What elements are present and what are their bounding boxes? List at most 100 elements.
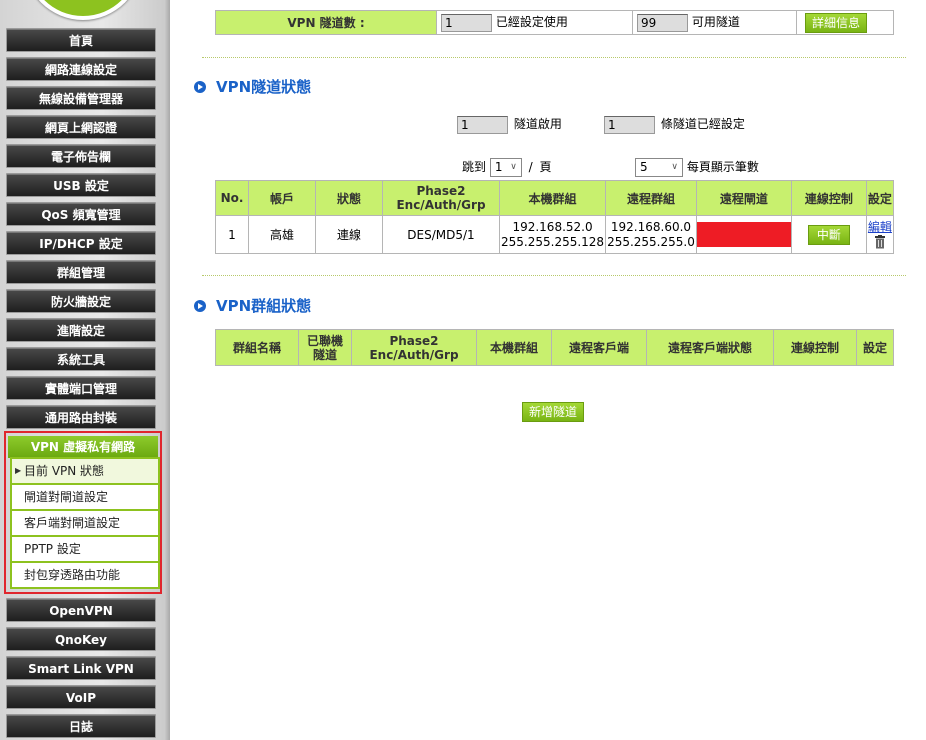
tunnel-status-heading: VPN隧道狀態 <box>194 76 311 97</box>
row-connection-control: 中斷 <box>790 215 867 254</box>
divider <box>202 275 906 276</box>
nav-firewall[interactable]: 防火牆設定 <box>6 289 156 313</box>
nav-advanced[interactable]: 進階設定 <box>6 318 156 342</box>
group-status-title: VPN群組狀態 <box>216 297 312 315</box>
used-tunnels-cell: 1 已經設定使用 <box>436 10 633 35</box>
tunnel-status-table: No. 帳戶 狀態 Phase2 Enc/Auth/Grp 本機群組 遠程群組 … <box>215 180 895 254</box>
nav-usb[interactable]: USB 設定 <box>6 173 156 197</box>
configured-tunnels: 1 條隧道已經設定 <box>604 115 745 134</box>
nav-voip[interactable]: VoIP <box>6 685 156 709</box>
available-tunnels-cell: 99 可用隧道 <box>632 10 797 35</box>
col-phase2: Phase2 Enc/Auth/Grp <box>382 180 500 216</box>
enabled-tunnels-value: 1 <box>457 115 508 134</box>
configured-tunnels-value: 1 <box>604 115 655 134</box>
edit-link[interactable]: 編輯 <box>868 220 892 234</box>
row-remote-gateway <box>695 215 792 254</box>
nav-gre[interactable]: 通用路由封裝 <box>6 405 156 429</box>
col-local-group: 本機群組 <box>476 329 552 366</box>
logo <box>24 0 142 20</box>
used-tunnels-value: 1 <box>441 13 492 32</box>
table-header-row: No. 帳戶 狀態 Phase2 Enc/Auth/Grp 本機群組 遠程群組 … <box>215 180 895 216</box>
nav-home[interactable]: 首頁 <box>6 28 156 52</box>
enabled-tunnels: 1 隧道啟用 <box>457 115 562 134</box>
group-status-table: 群組名稱 已聯機 隧道 Phase2 Enc/Auth/Grp 本機群組 遠程客… <box>215 329 894 366</box>
nav-wireless-manager[interactable]: 無線設備管理器 <box>6 86 156 110</box>
row-status: 連線 <box>315 215 383 254</box>
group-status-heading: VPN群組狀態 <box>194 295 311 316</box>
available-tunnels-label: 可用隧道 <box>691 15 740 30</box>
page-select[interactable]: 1 ∨ <box>489 158 522 177</box>
divider <box>202 57 906 58</box>
row-remote-group: 192.168.60.0 255.255.255.0 <box>605 215 697 254</box>
per-page-select[interactable]: 5 ∨ <box>635 158 683 177</box>
nav-qos[interactable]: QoS 頻寬管理 <box>6 202 156 226</box>
nav-port-manage[interactable]: 實體端口管理 <box>6 376 156 400</box>
triangle-right-icon: ▶ <box>15 466 22 475</box>
col-local-group: 本機群組 <box>498 180 607 216</box>
disconnect-button[interactable]: 中斷 <box>807 224 850 245</box>
subnav-label: 閘道對閘道設定 <box>24 490 109 504</box>
vpn-menu-highlight: VPN 虛擬私有網路 ▶ 目前 VPN 狀態 閘道對閘道設定 客戶端對閘道設定 … <box>4 431 162 594</box>
col-remote-client: 遠程客戶端 <box>551 329 647 366</box>
bullet-arrow-icon <box>194 300 206 312</box>
vpn-tunnel-summary: VPN 隧道數 : 1 已經設定使用 99 可用隧道 詳細信息 <box>215 10 894 35</box>
local-mask: 255.255.255.128 <box>501 234 605 249</box>
subnav-label: 客戶端對閘道設定 <box>24 516 121 530</box>
subnav-label: PPTP 設定 <box>24 542 81 556</box>
col-status: 狀態 <box>315 180 383 216</box>
per-page-label: 每頁顯示筆數 <box>686 160 759 174</box>
nav-web-auth[interactable]: 網頁上網認證 <box>6 115 156 139</box>
vpn-submenu: ▶ 目前 VPN 狀態 閘道對閘道設定 客戶端對閘道設定 PPTP 設定 封包穿… <box>10 457 160 589</box>
col-connection-control: 連線控制 <box>773 329 857 366</box>
used-tunnels-label: 已經設定使用 <box>495 15 568 30</box>
configured-tunnels-label: 條隧道已經設定 <box>660 117 745 131</box>
chevron-down-icon: ∨ <box>671 162 678 172</box>
add-tunnel-wrap: 新增隧道 <box>522 402 585 422</box>
col-settings: 設定 <box>856 329 894 366</box>
nav-ip-dhcp[interactable]: IP/DHCP 設定 <box>6 231 156 255</box>
enabled-tunnels-label: 隧道啟用 <box>513 117 562 131</box>
detail-info-button[interactable]: 詳細信息 <box>805 12 868 33</box>
row-local-group: 192.168.52.0 255.255.255.128 <box>498 215 607 254</box>
nav-group-manage[interactable]: 群組管理 <box>6 260 156 284</box>
nav-qnokey[interactable]: QnoKey <box>6 627 156 651</box>
nav-log[interactable]: 日誌 <box>6 714 156 738</box>
page-label: 頁 <box>539 160 552 174</box>
col-no: No. <box>215 180 249 216</box>
nav-vpn[interactable]: VPN 虛擬私有網路 <box>8 436 158 458</box>
available-tunnels-value: 99 <box>637 13 688 32</box>
row-account: 高雄 <box>248 215 316 254</box>
nav-smart-link-vpn[interactable]: Smart Link VPN <box>6 656 156 680</box>
per-page-value: 5 <box>640 160 648 174</box>
nav-network-settings[interactable]: 網路連線設定 <box>6 57 156 81</box>
trash-icon[interactable] <box>874 234 885 249</box>
nav-openvpn[interactable]: OpenVPN <box>6 598 156 622</box>
row-settings: 編輯 <box>865 215 895 254</box>
row-phase2: DES/MD5/1 <box>382 215 500 254</box>
page-separator: / <box>528 160 533 174</box>
local-ip: 192.168.52.0 <box>512 219 593 234</box>
bullet-arrow-icon <box>194 81 206 93</box>
tunnel-count-label: VPN 隧道數 : <box>215 10 437 35</box>
col-remote-client-status: 遠程客戶端狀態 <box>646 329 774 366</box>
subnav-gateway-to-gateway[interactable]: 閘道對閘道設定 <box>12 485 158 511</box>
nav-bulletin[interactable]: 電子佈告欄 <box>6 144 156 168</box>
subnav-label: 封包穿透路由功能 <box>24 568 121 582</box>
page-select-value: 1 <box>494 160 503 174</box>
col-remote-gateway: 遠程閘道 <box>695 180 792 216</box>
col-phase2: Phase2 Enc/Auth/Grp <box>351 329 477 366</box>
sidebar: 首頁 網路連線設定 無線設備管理器 網頁上網認證 電子佈告欄 USB 設定 Qo… <box>0 0 170 740</box>
col-remote-group: 遠程群組 <box>605 180 697 216</box>
add-tunnel-button[interactable]: 新增隧道 <box>522 402 585 422</box>
subnav-pptp[interactable]: PPTP 設定 <box>12 537 158 563</box>
subnav-passthrough[interactable]: 封包穿透路由功能 <box>12 563 158 587</box>
nav-system-tools[interactable]: 系統工具 <box>6 347 156 371</box>
col-group-name: 群組名稱 <box>215 329 299 366</box>
subnav-current-vpn-status[interactable]: ▶ 目前 VPN 狀態 <box>12 459 158 485</box>
col-connected-tunnels: 已聯機 隧道 <box>298 329 352 366</box>
subnav-client-to-gateway[interactable]: 客戶端對閘道設定 <box>12 511 158 537</box>
subnav-label: 目前 VPN 狀態 <box>24 464 105 478</box>
jump-to-label: 跳到 <box>462 160 487 174</box>
col-settings: 設定 <box>865 180 895 216</box>
tunnel-status-title: VPN隧道狀態 <box>216 78 312 96</box>
